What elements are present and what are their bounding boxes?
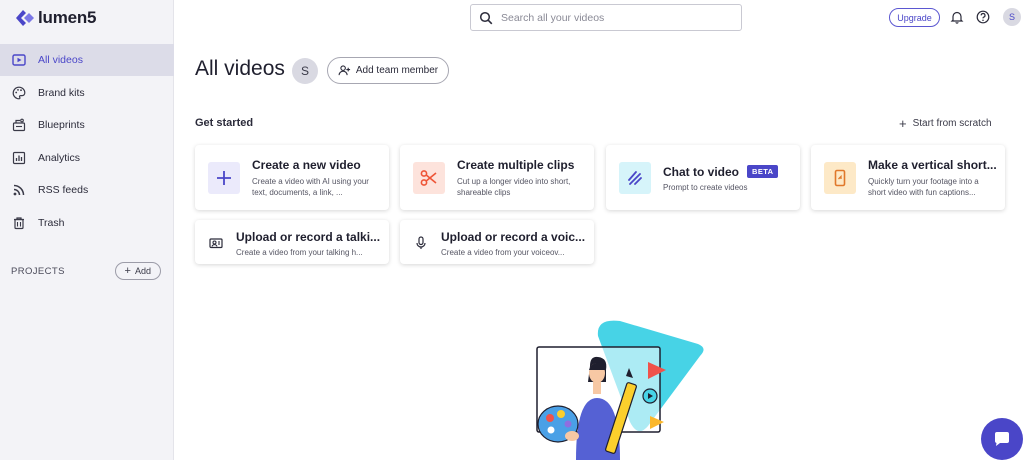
chat-wand-icon (619, 162, 651, 194)
sidebar-item-label: All videos (38, 54, 83, 66)
microphone-icon (416, 236, 426, 249)
add-team-member-button[interactable]: Add team member (327, 57, 449, 84)
card-desc: Create a video with AI using your text, … (252, 177, 369, 197)
sidebar-item-label: Trash (38, 216, 65, 229)
search-bar[interactable] (470, 4, 742, 31)
help-icon[interactable] (976, 10, 990, 24)
card-upload-talking-head[interactable]: Upload or record a talki... Create a vid… (195, 220, 389, 264)
sidebar-item-label: RSS feeds (38, 184, 89, 196)
card-create-new-video[interactable]: Create a new video Create a video with A… (195, 145, 389, 210)
card-desc: Cut up a longer video into short, sharea… (457, 177, 571, 197)
scissors-icon (413, 162, 445, 194)
plus-icon (208, 162, 240, 194)
lumen5-logo-icon (16, 10, 34, 26)
add-team-member-label: Add team member (355, 65, 439, 76)
card-chat-to-video[interactable]: Chat to video BETA Prompt to create video… (606, 145, 800, 210)
card-make-vertical-short[interactable]: Make a vertical short... Quickly turn yo… (811, 145, 1005, 210)
sidebar-item-trash[interactable]: Trash (0, 207, 174, 239)
card-title: Make a vertical short... (868, 158, 997, 172)
card-title: Upload or record a talki... (236, 230, 381, 244)
user-avatar[interactable]: S (1003, 8, 1021, 26)
projects-label: PROJECTS (11, 265, 65, 277)
card-desc: Create a video from your talking h... (236, 248, 363, 257)
card-desc: Create a video from your voiceov... (441, 248, 565, 257)
sidebar-item-brand-kits[interactable]: Brand kits (0, 77, 174, 109)
trash-icon (12, 216, 26, 230)
card-title: Chat to video (663, 165, 740, 179)
sidebar-item-analytics[interactable]: Analytics (0, 142, 174, 174)
palette-icon (12, 86, 26, 100)
bell-icon[interactable] (950, 10, 964, 24)
sidebar-item-label: Brand kits (38, 86, 85, 99)
card-title-row: Chat to video BETA (663, 165, 793, 179)
sidebar-item-label: Analytics (38, 151, 81, 164)
beta-badge: BETA (747, 165, 779, 178)
search-input[interactable] (501, 11, 731, 24)
card-title: Create multiple clips (457, 158, 575, 172)
card-desc: Quickly turn your footage into a short v… (868, 177, 979, 197)
card-create-multiple-clips[interactable]: Create multiple clips Cut up a longer vi… (400, 145, 594, 210)
add-project-label: Add (134, 266, 151, 276)
logo-text: lumen5 (38, 8, 97, 27)
play-square-icon (12, 53, 26, 67)
camera-icon (209, 238, 223, 249)
support-chat-button[interactable] (981, 418, 1023, 460)
sidebar-item-blueprints[interactable]: Blueprints (0, 109, 174, 141)
empty-state-illustration (536, 320, 704, 460)
add-user-icon (338, 65, 350, 76)
projects-section: PROJECTS + Add (11, 262, 161, 280)
sidebar: lumen5 All videos Brand kits Blueprints … (0, 0, 174, 460)
plus-icon: + (124, 264, 131, 277)
blueprint-icon (12, 118, 26, 132)
sidebar-nav: All videos Brand kits Blueprints Analyti… (0, 44, 174, 239)
get-started-heading: Get started (195, 117, 254, 129)
sidebar-item-rss-feeds[interactable]: RSS feeds (0, 174, 174, 206)
logo[interactable]: lumen5 (14, 6, 97, 30)
upgrade-button[interactable]: Upgrade (889, 8, 940, 27)
page-title: All videos (195, 57, 285, 80)
search-icon (479, 11, 493, 24)
sidebar-item-label: Blueprints (38, 119, 85, 131)
card-title: Create a new video (252, 158, 361, 172)
start-from-scratch-button[interactable]: + Start from scratch (899, 117, 992, 130)
card-upload-voiceover[interactable]: Upload or record a voic... Create a vide… (400, 220, 594, 264)
chat-icon (995, 432, 1009, 446)
vertical-video-icon (824, 162, 856, 194)
rss-icon (12, 183, 26, 197)
card-desc: Prompt to create videos (663, 183, 748, 192)
bar-chart-icon (12, 151, 26, 165)
card-title: Upload or record a voic... (441, 230, 586, 244)
start-from-scratch-label: Start from scratch (912, 118, 992, 129)
team-avatar[interactable]: S (292, 58, 318, 84)
plus-icon: + (899, 116, 907, 131)
add-project-button[interactable]: + Add (114, 262, 161, 280)
sidebar-item-all-videos[interactable]: All videos (0, 44, 174, 76)
